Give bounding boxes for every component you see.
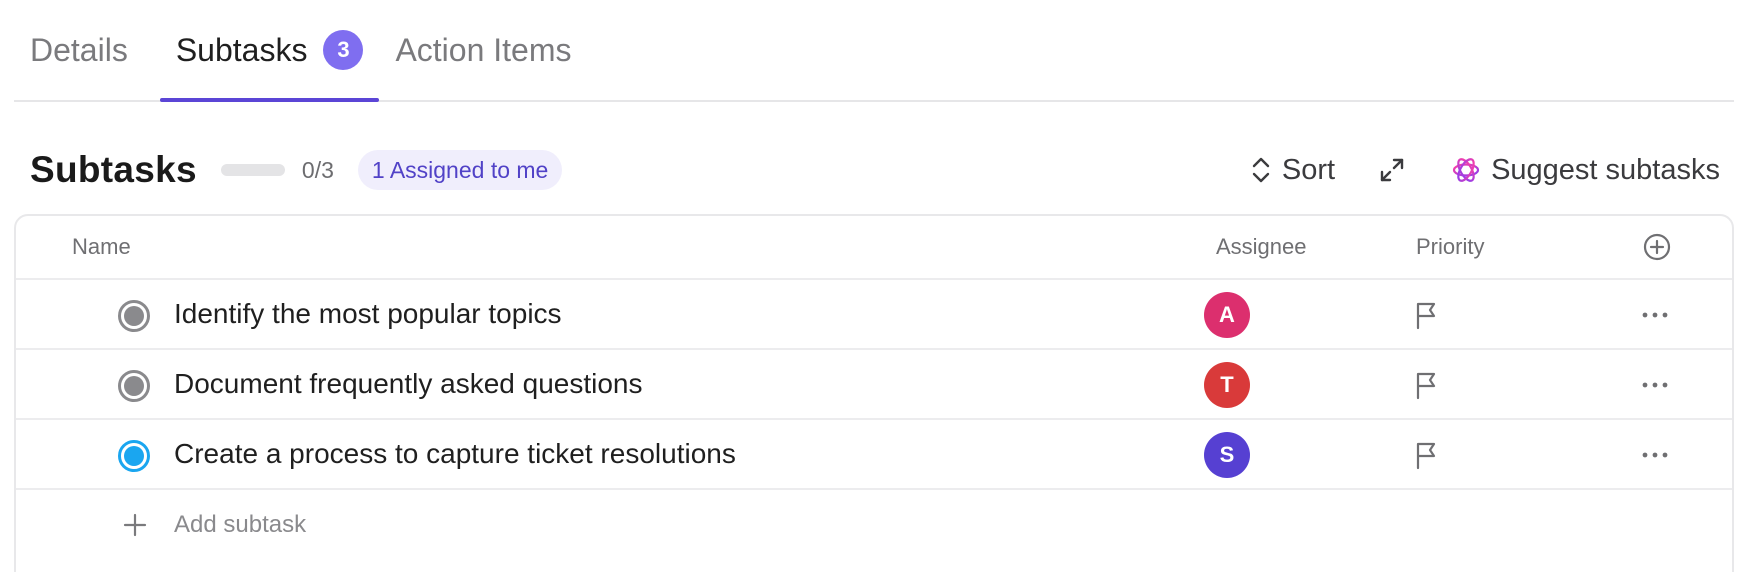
plus-circle-icon[interactable] — [1642, 232, 1672, 268]
assigned-to-me-filter[interactable]: 1 Assigned to me — [357, 150, 563, 190]
suggest-subtasks-button[interactable]: Suggest subtasks — [1451, 154, 1720, 187]
status-toggle[interactable] — [118, 300, 150, 332]
status-dot — [124, 306, 144, 326]
subtask-name[interactable]: Create a process to capture ticket resol… — [174, 438, 736, 470]
status-dot — [124, 376, 144, 396]
add-subtask-row[interactable]: Add subtask — [16, 490, 1732, 560]
tab-details[interactable]: Details — [14, 0, 144, 100]
header-actions: Sort Suggest subtasks — [1250, 154, 1720, 187]
subtasks-table: Name Assignee Priority Identify the most… — [14, 214, 1734, 572]
avatar[interactable]: T — [1204, 362, 1250, 408]
column-header-priority[interactable]: Priority — [1416, 234, 1484, 260]
flag-icon[interactable] — [1414, 440, 1440, 475]
table-row[interactable]: Document frequently asked questions T — [16, 350, 1732, 420]
progress-bar — [220, 164, 285, 176]
avatar[interactable]: S — [1204, 432, 1250, 478]
column-header-assignee[interactable]: Assignee — [1216, 234, 1307, 260]
flag-icon[interactable] — [1414, 300, 1440, 335]
column-header-name[interactable]: Name — [72, 234, 131, 260]
table-row[interactable]: Create a process to capture ticket resol… — [16, 420, 1732, 490]
tab-bar: Details Subtasks 3 Action Items — [14, 0, 1734, 102]
expand-button[interactable] — [1379, 157, 1405, 183]
progress-count: 0/3 — [301, 156, 334, 183]
table-row[interactable]: Identify the most popular topics A — [16, 280, 1732, 350]
section-title: Subtasks — [30, 149, 197, 190]
add-subtask-label: Add subtask — [174, 511, 307, 538]
tab-label: Details — [30, 31, 128, 68]
tab-subtasks[interactable]: Subtasks 3 — [159, 0, 380, 102]
tab-action-items[interactable]: Action Items — [379, 0, 587, 100]
status-toggle[interactable] — [118, 370, 150, 402]
more-horizontal-icon[interactable] — [1640, 302, 1670, 333]
ai-sparkle-icon — [1451, 155, 1481, 185]
expand-icon — [1379, 157, 1405, 183]
sort-button[interactable]: Sort — [1250, 154, 1335, 187]
subtask-name[interactable]: Document frequently asked questions — [174, 368, 643, 400]
more-horizontal-icon[interactable] — [1640, 372, 1670, 403]
flag-icon[interactable] — [1414, 370, 1440, 405]
tab-label: Action Items — [395, 31, 572, 68]
subtask-name[interactable]: Identify the most popular topics — [174, 298, 562, 330]
suggest-subtasks-label: Suggest subtasks — [1491, 153, 1720, 186]
tab-label: Subtasks — [175, 31, 308, 68]
avatar[interactable]: A — [1204, 292, 1250, 338]
status-dot — [124, 446, 144, 466]
plus-icon — [122, 512, 148, 543]
more-horizontal-icon[interactable] — [1640, 442, 1670, 473]
subtasks-panel: Details Subtasks 3 Action Items Subtasks… — [0, 0, 1742, 572]
table-header: Name Assignee Priority — [16, 216, 1732, 280]
sort-label: Sort — [1281, 153, 1336, 186]
status-toggle[interactable] — [118, 440, 150, 472]
section-header: Subtasks 0/3 1 Assigned to me Sort Sugge… — [30, 140, 1720, 200]
sort-icon — [1250, 154, 1272, 186]
subtask-count-badge: 3 — [323, 30, 364, 70]
